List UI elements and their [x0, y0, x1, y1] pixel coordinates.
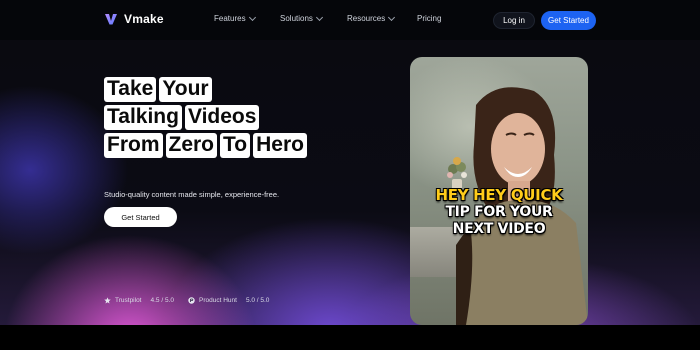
rating-product-hunt[interactable]: Product Hunt 5.0 / 5.0 [188, 297, 269, 304]
headline-word: To [220, 133, 251, 158]
headline-word: From [104, 133, 163, 158]
ratings-row: Trustpilot 4.5 / 5.0 Product Hunt 5.0 / … [104, 297, 269, 304]
nav-solutions-label: Solutions [280, 14, 313, 23]
nav-pricing-label: Pricing [417, 14, 442, 23]
chevron-down-icon [315, 13, 323, 21]
hero-subtitle: Studio-quality content made simple, expe… [104, 190, 280, 199]
page: Vmake Features Solutions Resources Prici… [0, 0, 700, 350]
headline-word: Zero [165, 133, 218, 158]
nav-features-label: Features [214, 14, 246, 23]
nav-features[interactable]: Features [214, 13, 274, 23]
bottom-black-bar [0, 325, 700, 350]
vmake-logo-icon [105, 14, 117, 25]
login-button[interactable]: Log in [493, 12, 535, 29]
rating-source: Product Hunt [199, 297, 237, 304]
star-icon [104, 297, 111, 304]
headline-word: Your [159, 77, 212, 102]
nav-pricing[interactable]: Pricing [417, 14, 457, 23]
nav-resources[interactable]: Resources [347, 13, 411, 23]
headline-row: Take Your [104, 77, 307, 102]
get-started-nav-button[interactable]: Get Started [541, 11, 596, 30]
product-hunt-icon [188, 297, 195, 304]
rating-trustpilot[interactable]: Trustpilot 4.5 / 5.0 [104, 297, 174, 304]
hero-section: Take Your Talking Videos From Zero To He… [0, 40, 700, 325]
video-caption: HEY HEY QUICK TIP FOR YOUR NEXT VIDEO [410, 187, 588, 238]
headline-row: From Zero To Hero [104, 133, 307, 158]
rating-score: 4.5 / 5.0 [150, 297, 175, 304]
nav-resources-label: Resources [347, 14, 386, 23]
rating-source: Trustpilot [115, 297, 142, 304]
hero-headline: Take Your Talking Videos From Zero To He… [104, 77, 307, 161]
brand-name: Vmake [124, 12, 164, 26]
video-preview[interactable]: HEY HEY QUICK TIP FOR YOUR NEXT VIDEO [410, 57, 588, 325]
brand-logo[interactable]: Vmake [104, 12, 164, 26]
caption-line: NEXT VIDEO [452, 221, 546, 237]
headline-word: Take [104, 77, 157, 102]
chevron-down-icon [248, 13, 256, 21]
caption-line: TIP FOR YOUR [445, 204, 553, 220]
chevron-down-icon [388, 13, 396, 21]
headline-word: Hero [253, 133, 307, 158]
nav-solutions[interactable]: Solutions [280, 13, 340, 23]
rating-score: 5.0 / 5.0 [245, 297, 270, 304]
caption-line: HEY HEY QUICK [435, 186, 563, 204]
headline-row: Talking Videos [104, 105, 307, 130]
get-started-hero-button[interactable]: Get Started [104, 207, 177, 227]
top-nav: Vmake Features Solutions Resources Prici… [0, 0, 700, 40]
headline-word: Talking [104, 105, 182, 130]
headline-word: Videos [184, 105, 260, 130]
